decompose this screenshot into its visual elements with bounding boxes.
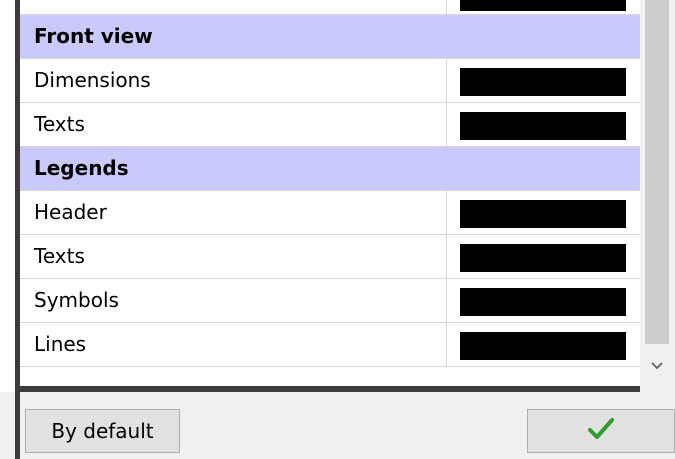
- frame-border: [15, 392, 20, 459]
- property-label: Texts: [34, 112, 85, 136]
- property-row-texts[interactable]: Texts: [20, 103, 640, 147]
- column-divider: [446, 279, 447, 322]
- property-label: Header: [34, 200, 107, 224]
- checkmark-icon: [586, 416, 616, 447]
- section-title: Legends: [34, 156, 129, 180]
- color-swatch[interactable]: [460, 288, 626, 316]
- color-swatch[interactable]: [460, 112, 626, 140]
- property-grid: Front view Dimensions Texts Legends Head…: [20, 15, 640, 367]
- column-divider: [446, 0, 447, 14]
- property-row-texts[interactable]: Texts: [20, 235, 640, 279]
- property-row-lines[interactable]: Lines: [20, 323, 640, 367]
- section-title: Front view: [34, 24, 153, 48]
- column-divider: [446, 235, 447, 278]
- section-header-front-view[interactable]: Front view: [20, 15, 640, 59]
- section-header-legends[interactable]: Legends: [20, 147, 640, 191]
- property-label: Symbols: [34, 288, 119, 312]
- color-swatch[interactable]: [460, 244, 626, 272]
- column-divider: [446, 59, 447, 102]
- color-swatch[interactable]: [460, 0, 626, 11]
- property-row-header[interactable]: Header: [20, 191, 640, 235]
- color-swatch[interactable]: [460, 332, 626, 360]
- column-divider: [446, 323, 447, 366]
- column-divider: [446, 191, 447, 234]
- property-label: Dimensions: [34, 68, 151, 92]
- by-default-button[interactable]: By default: [25, 409, 180, 453]
- property-row-symbols[interactable]: Symbols: [20, 279, 640, 323]
- property-label: Lines: [34, 332, 87, 356]
- color-row-partial[interactable]: [20, 0, 640, 15]
- chevron-down-icon[interactable]: [645, 354, 669, 378]
- ok-button[interactable]: [527, 409, 675, 453]
- property-label: Texts: [34, 244, 85, 268]
- scrollbar-thumb[interactable]: [645, 0, 669, 344]
- property-row-dimensions[interactable]: Dimensions: [20, 59, 640, 103]
- column-divider: [446, 103, 447, 146]
- color-swatch[interactable]: [460, 200, 626, 228]
- color-swatch[interactable]: [460, 68, 626, 96]
